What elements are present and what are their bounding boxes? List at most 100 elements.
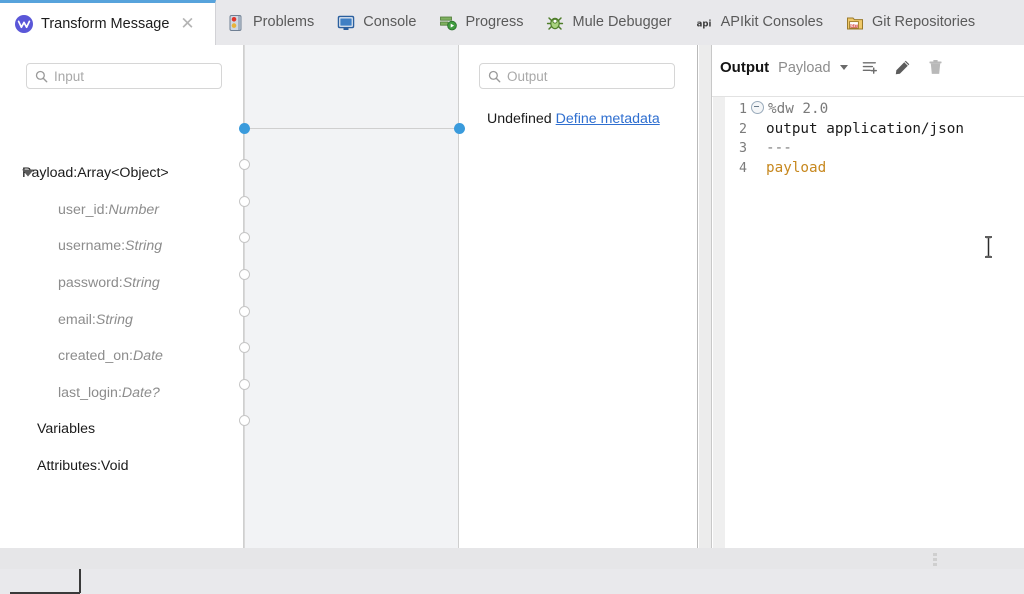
- tree-row-label: last_login: [58, 384, 118, 401]
- code-line: 3 ---: [725, 139, 1024, 159]
- tab-label: Progress: [465, 14, 524, 31]
- code-token: ---: [766, 140, 792, 157]
- code-pane-header: Output Payload: [712, 45, 1024, 90]
- tree-row-label: password: [58, 275, 119, 292]
- transform-message-window: Transform Message ✕ Problems Console Pro…: [0, 0, 1024, 594]
- connector-dot-username[interactable]: [239, 196, 250, 207]
- tree-row-type: Array<Object>: [77, 165, 169, 182]
- search-icon: [35, 70, 48, 82]
- tab-label: Git Repositories: [872, 14, 976, 31]
- tab-problems[interactable]: Problems: [216, 0, 326, 45]
- code-header-source[interactable]: Payload: [778, 60, 830, 76]
- connector-dot-attributes[interactable]: [239, 415, 250, 426]
- tree-row-type: Number: [108, 201, 159, 218]
- tree-row-label: created_on: [58, 348, 129, 365]
- tree-row-attributes[interactable]: Attributes : Void: [0, 448, 244, 485]
- context-tab-border-bottom: [10, 592, 80, 594]
- connector-dot-output[interactable]: [454, 123, 465, 134]
- tab-label: Problems: [253, 14, 315, 31]
- chevron-down-icon[interactable]: [839, 65, 848, 70]
- code-line: 4 payload: [725, 159, 1024, 179]
- code-token: output application/json: [766, 120, 964, 137]
- progress-icon: [440, 16, 458, 30]
- tree-row-type: Void: [100, 458, 129, 475]
- tab-label: Console: [363, 14, 417, 31]
- mapping-link-line: [250, 128, 460, 129]
- tab-apikit-consoles[interactable]: api APIkit Consoles: [684, 0, 835, 45]
- output-search-placeholder: Output: [507, 68, 548, 84]
- input-search-box[interactable]: Input: [26, 63, 222, 89]
- tab-label: APIkit Consoles: [720, 14, 823, 31]
- tree-row-label: email: [58, 311, 92, 328]
- resize-grip[interactable]: [933, 553, 937, 566]
- line-number: 2: [738, 121, 747, 137]
- input-metadata-tree: Payload : Array<Object> user_id : Number…: [0, 155, 244, 484]
- tree-row-created-on[interactable]: created_on : Date: [0, 338, 244, 375]
- code-header-title: Output: [720, 59, 770, 76]
- chevron-down-icon[interactable]: [22, 169, 34, 177]
- status-bar: [0, 548, 1024, 569]
- code-token: %dw 2.0: [768, 101, 829, 117]
- tab-label: Transform Message: [41, 15, 170, 32]
- code-line: 2 output application/json: [725, 120, 1024, 140]
- tree-row-password[interactable]: password : String: [0, 265, 244, 302]
- connector-dot-last-login[interactable]: [239, 342, 250, 353]
- line-number: 4: [738, 160, 747, 176]
- connector-dot-variables[interactable]: [239, 379, 250, 390]
- dataweave-editor[interactable]: 1 %dw 2.0 2 output application/json 3 --…: [725, 100, 1024, 178]
- input-search-placeholder: Input: [54, 68, 85, 84]
- add-list-icon[interactable]: [862, 59, 879, 76]
- search-icon: [488, 70, 501, 82]
- line-number: 1: [738, 102, 747, 117]
- pane-splitter[interactable]: [699, 45, 712, 548]
- connector-dot-payload[interactable]: [239, 123, 250, 134]
- fold-toggle-icon[interactable]: [751, 101, 764, 114]
- bug-icon: [547, 16, 564, 30]
- input-pane: Input Payload : Array<Object> user_id : …: [0, 45, 244, 594]
- define-metadata-link[interactable]: Define metadata: [556, 111, 660, 127]
- close-icon[interactable]: ✕: [180, 15, 194, 33]
- tree-row-label: Attributes: [37, 458, 97, 475]
- trash-icon[interactable]: [927, 59, 944, 76]
- line-number: 3: [738, 141, 747, 157]
- git-repositories-icon: GIT: [847, 17, 863, 29]
- connector-dot-created-on[interactable]: [239, 306, 250, 317]
- tab-mule-debugger[interactable]: Mule Debugger: [535, 0, 683, 45]
- code-gutter[interactable]: [713, 97, 725, 548]
- api-icon: api: [696, 19, 711, 29]
- code-token: payload: [766, 159, 827, 176]
- tree-row-label: user_id: [58, 201, 105, 218]
- connector-dot-email[interactable]: [239, 269, 250, 280]
- tab-console[interactable]: Console: [326, 0, 428, 45]
- undefined-label: Undefined: [487, 111, 552, 127]
- tree-row-payload[interactable]: Payload : Array<Object>: [0, 155, 244, 192]
- code-line: 1 %dw 2.0: [725, 100, 1024, 120]
- editor-tab-bar: Transform Message ✕ Problems Console Pro…: [0, 0, 1024, 45]
- mapping-canvas[interactable]: [245, 45, 459, 548]
- tree-connector-rail: [244, 45, 245, 548]
- tree-row-type: String: [125, 238, 163, 255]
- tree-row-type: String: [122, 275, 160, 292]
- console-icon: [338, 15, 355, 30]
- output-search-box[interactable]: Output: [479, 63, 675, 89]
- tree-row-last-login[interactable]: last_login : Date?: [0, 375, 244, 412]
- pencil-icon[interactable]: [894, 59, 911, 76]
- tree-row-variables[interactable]: Variables: [0, 411, 244, 448]
- tab-git-repositories[interactable]: GIT Git Repositories: [835, 0, 987, 45]
- tree-row-user-id[interactable]: user_id : Number: [0, 192, 244, 229]
- tree-row-username[interactable]: username : String: [0, 228, 244, 265]
- text-cursor-icon: [985, 236, 992, 258]
- svg-text:api: api: [696, 19, 711, 29]
- tree-row-label: username: [58, 238, 122, 255]
- tab-progress[interactable]: Progress: [428, 0, 535, 45]
- connector-dot-password[interactable]: [239, 232, 250, 243]
- tree-row-email[interactable]: email : String: [0, 301, 244, 338]
- tab-label: Mule Debugger: [572, 14, 672, 31]
- code-header-divider: [712, 96, 1024, 97]
- problems-icon: [229, 14, 242, 31]
- tab-transform-message[interactable]: Transform Message ✕: [0, 0, 216, 45]
- connector-dot-user-id[interactable]: [239, 159, 250, 170]
